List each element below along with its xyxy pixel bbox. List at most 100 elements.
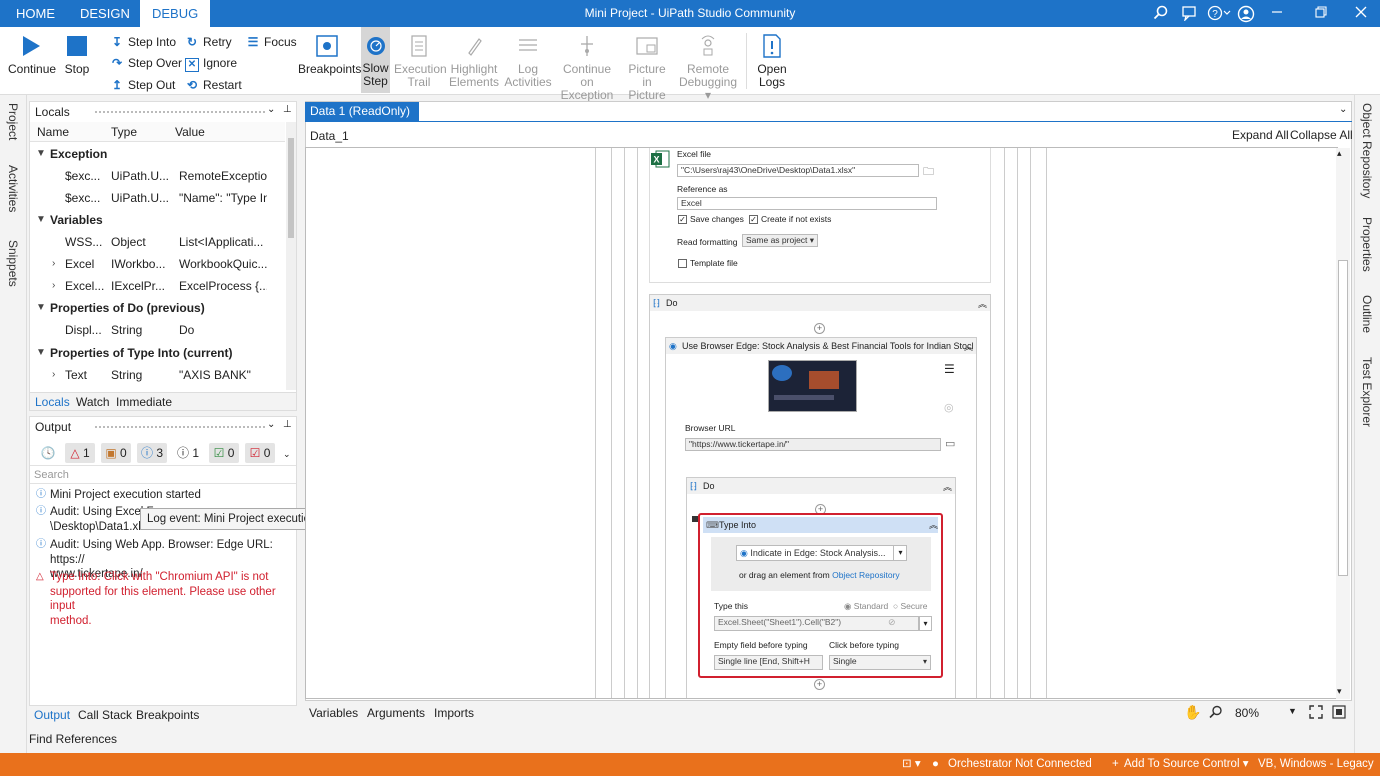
log-activities-button[interactable]: Log Activities xyxy=(503,27,553,93)
collapse-icon[interactable]: ︽ xyxy=(943,480,952,493)
standard-radio[interactable]: ◉ Standard xyxy=(844,601,888,612)
step-out-button[interactable]: ↥ Step Out xyxy=(110,76,175,94)
ignore-button[interactable]: ✕ Ignore xyxy=(185,54,237,72)
tab-design[interactable]: DESIGN xyxy=(68,0,142,27)
info-filter[interactable]: ⓘ 3 xyxy=(137,443,167,463)
hand-icon[interactable]: ✋ xyxy=(1184,704,1201,721)
tab-immediate[interactable]: Immediate xyxy=(116,395,172,409)
locals-row[interactable]: › Excel IWorkbo... WorkbookQuic... xyxy=(30,253,285,275)
tab-variables[interactable]: Variables xyxy=(309,706,358,720)
overview-icon[interactable] xyxy=(1332,705,1346,722)
collapse-icon[interactable]: ︽ xyxy=(964,340,973,353)
step-into-button[interactable]: ↧ Step Into xyxy=(110,33,176,51)
reference-input[interactable]: Excel xyxy=(677,197,937,210)
scrollbar-thumb[interactable] xyxy=(1338,260,1348,576)
canvas-scrollbar[interactable]: ▴ ▾ xyxy=(1336,148,1350,699)
stop-button[interactable]: Stop xyxy=(60,27,94,93)
locals-row[interactable]: Displ... String Do xyxy=(30,319,285,341)
collapse-icon[interactable]: ︽ xyxy=(929,518,938,531)
chevron-right-icon[interactable]: › xyxy=(52,364,55,386)
chevron-down-icon[interactable]: ▾ xyxy=(919,616,932,631)
search-icon[interactable] xyxy=(1152,5,1170,23)
do-outer-header[interactable]: ⁅⁆ Do xyxy=(650,295,990,311)
chevron-down-icon[interactable]: ▼ xyxy=(1288,706,1297,716)
output-search-input[interactable]: Search xyxy=(30,465,296,484)
feedback-icon[interactable] xyxy=(1180,5,1198,23)
open-logs-button[interactable]: Open Logs xyxy=(752,27,792,93)
column-value[interactable]: Value xyxy=(175,125,205,139)
excel-scope-activity[interactable]: X Excel file "C:\Users\raj43\OneDrive\De… xyxy=(649,148,991,283)
chevron-down-icon[interactable]: ⌄ xyxy=(1339,104,1347,115)
find-references[interactable]: Find References xyxy=(29,732,117,746)
side-tab-project[interactable]: Project xyxy=(6,103,20,140)
scroll-up-icon[interactable]: ▴ xyxy=(1337,148,1342,159)
side-tab-activities[interactable]: Activities xyxy=(6,165,20,212)
locals-row[interactable]: › Excel... IExcelPr... ExcelProcess {... xyxy=(30,275,285,297)
tab-imports[interactable]: Imports xyxy=(434,706,474,720)
add-activity-icon[interactable]: + xyxy=(814,679,825,690)
chevron-down-icon[interactable]: ⌄ xyxy=(267,419,275,430)
side-tab-outline[interactable]: Outline xyxy=(1360,295,1374,333)
tab-locals[interactable]: Locals xyxy=(35,395,70,409)
chevron-down-icon[interactable]: ⌄ xyxy=(267,104,275,115)
browser-url-input[interactable]: "https://www.tickertape.in/" xyxy=(685,438,941,451)
continue-button[interactable]: Continue xyxy=(8,27,56,93)
tab-debug[interactable]: DEBUG xyxy=(140,0,211,27)
picture-in-picture-button[interactable]: Picture in Picture xyxy=(622,27,672,102)
type-into-header[interactable]: ⌨ Type Into xyxy=(703,517,938,533)
excel-file-input[interactable]: "C:\Users\raj43\OneDrive\Desktop\Data1.x… xyxy=(677,164,919,177)
step-over-button[interactable]: ↷ Step Over xyxy=(110,54,182,72)
document-tab[interactable]: Data 1 (ReadOnly) ✕ xyxy=(305,102,419,137)
tab-home[interactable]: HOME xyxy=(4,0,67,27)
save-changes-checkbox[interactable]: ✓ xyxy=(678,215,687,224)
zoom-level[interactable]: 80% xyxy=(1235,706,1259,720)
side-tab-properties[interactable]: Properties xyxy=(1360,217,1374,272)
remote-debugging-button[interactable]: Remote Debugging ▾ xyxy=(676,27,740,102)
output-line[interactable]: ⓘ Audit: Using Web App. Browser: Edge URL… xyxy=(36,538,292,580)
tab-arguments[interactable]: Arguments xyxy=(367,706,425,720)
chevron-right-icon[interactable]: › xyxy=(52,253,55,275)
close-icon[interactable] xyxy=(1352,5,1370,23)
group-exception[interactable]: ▼ Exception xyxy=(30,143,285,165)
output-error-line[interactable]: △ Type Into: Click with "Chromium API" is… xyxy=(36,570,292,627)
type-into-activity[interactable]: ⌨ Type Into ︽ ◉ Indicate in Edge: Stock A… xyxy=(698,513,943,678)
environment-icon[interactable]: ⊡ ▾ xyxy=(902,753,921,776)
minimize-icon[interactable] xyxy=(1268,5,1286,23)
execution-trail-button[interactable]: Execution Trail xyxy=(394,27,447,93)
retry-button[interactable]: ↻ Retry xyxy=(185,33,232,51)
focus-button[interactable]: ☰ Focus xyxy=(246,33,297,51)
chevron-down-icon[interactable]: ⌄ xyxy=(283,449,291,460)
locals-row[interactable]: $exc... UiPath.U... "Name": "Type In xyxy=(30,187,285,209)
create-if-not-exists-checkbox[interactable]: ✓ xyxy=(749,215,758,224)
secure-radio[interactable]: ○ Secure xyxy=(893,601,927,611)
group-properties-type-into[interactable]: ▼ Properties of Type Into (current) xyxy=(30,342,285,364)
success-filter[interactable]: ☑ 0 xyxy=(209,443,239,463)
collapse-all-button[interactable]: Collapse All xyxy=(1290,128,1353,142)
restart-button[interactable]: ⟲ Restart xyxy=(185,76,242,94)
zoom-search-icon[interactable] xyxy=(1209,705,1223,722)
menu-icon[interactable]: ☰ xyxy=(944,362,955,376)
eye-hidden-icon[interactable]: ⊘ xyxy=(888,617,896,628)
chevron-down-icon[interactable]: ▾ xyxy=(893,546,907,560)
breakpoints-button[interactable]: Breakpoints xyxy=(298,27,361,93)
group-properties-do[interactable]: ▼ Properties of Do (previous) xyxy=(30,297,285,319)
locals-row[interactable]: $exc... UiPath.U... RemoteException xyxy=(30,165,285,187)
locals-scrollbar[interactable] xyxy=(286,122,296,390)
tab-breakpoints[interactable]: Breakpoints xyxy=(136,708,199,722)
warning-filter[interactable]: ▣ 0 xyxy=(101,443,131,463)
orchestrator-status[interactable]: Orchestrator Not Connected xyxy=(948,753,1092,776)
side-tab-snippets[interactable]: Snippets xyxy=(6,240,20,287)
template-file-checkbox[interactable] xyxy=(678,259,687,268)
tab-watch[interactable]: Watch xyxy=(76,395,110,409)
read-formatting-select[interactable]: Same as project ▾ xyxy=(742,234,818,247)
side-tab-test-explorer[interactable]: Test Explorer xyxy=(1360,357,1374,427)
locals-row[interactable]: WSS... Object List<IApplicati... xyxy=(30,231,285,253)
fit-screen-icon[interactable] xyxy=(1309,705,1323,722)
error-filter[interactable]: △ 1 xyxy=(65,443,95,463)
account-icon[interactable] xyxy=(1237,5,1255,23)
object-repository-link[interactable]: Object Repository xyxy=(832,570,900,580)
slow-step-button[interactable]: Slow Step xyxy=(361,27,390,93)
click-before-select[interactable]: Single ▾ xyxy=(829,655,931,670)
clock-icon[interactable]: 🕓 xyxy=(38,443,58,463)
expand-all-button[interactable]: Expand All xyxy=(1232,128,1289,142)
